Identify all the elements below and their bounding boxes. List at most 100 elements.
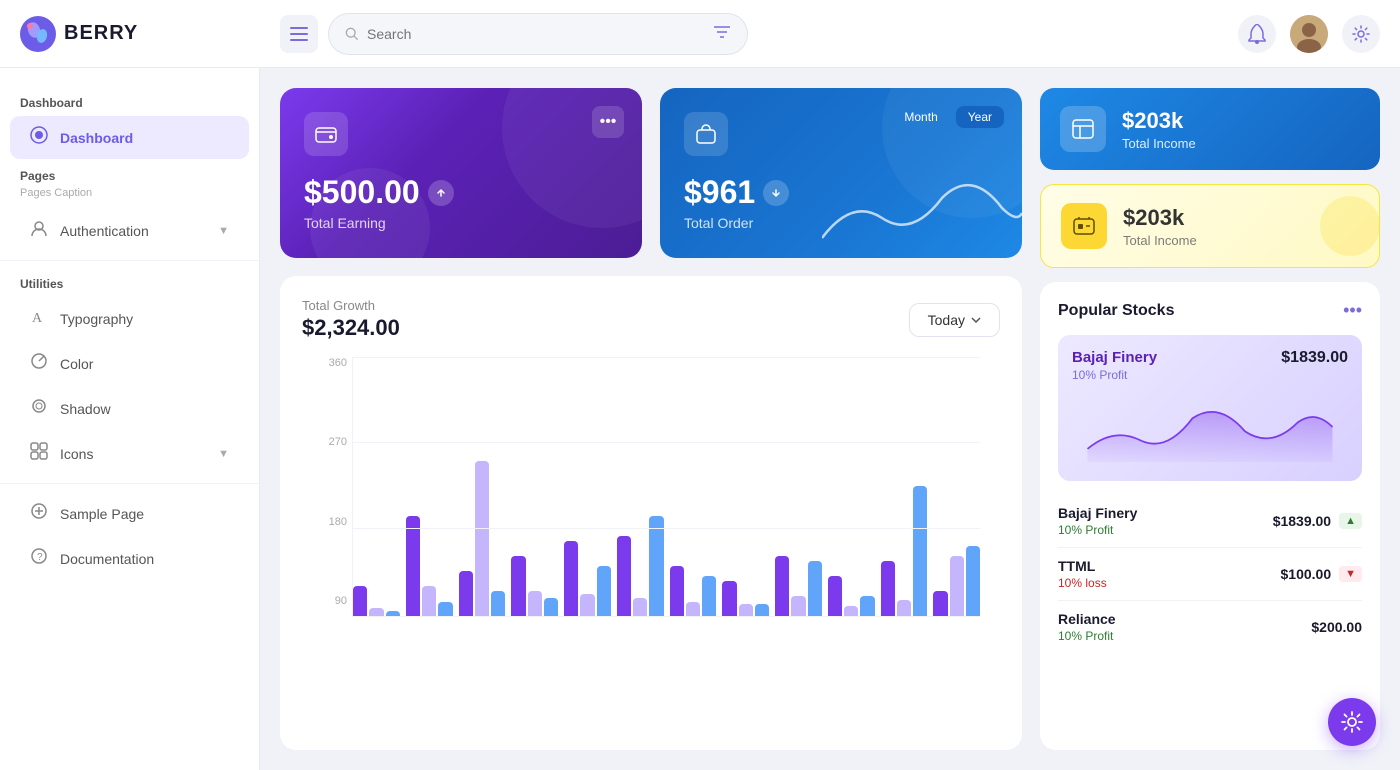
sample-page-icon <box>30 502 48 525</box>
bar-blue-12 <box>966 546 980 616</box>
bar-group-12 <box>933 357 980 616</box>
logo-icon <box>20 16 56 52</box>
stock-bajaj-sub: 10% Profit <box>1058 523 1137 537</box>
bar-blue-11 <box>913 486 927 616</box>
tab-month-button[interactable]: Month <box>892 106 949 128</box>
hamburger-button[interactable] <box>280 15 318 53</box>
bag-icon <box>695 123 717 145</box>
bar-group-8 <box>722 357 769 616</box>
today-filter-button[interactable]: Today <box>909 303 1000 337</box>
earning-arrow-badge <box>428 180 454 206</box>
bar-purple-6 <box>617 536 631 616</box>
growth-chart-card: Total Growth $2,324.00 ≡ Today 360 <box>280 276 1022 750</box>
bar-blue-7 <box>702 576 716 616</box>
sidebar-shadow-label: Shadow <box>60 401 111 417</box>
bar-group-9 <box>775 357 822 616</box>
sidebar-item-documentation[interactable]: ? Documentation <box>10 537 249 580</box>
stocks-header: Popular Stocks ••• <box>1058 300 1362 321</box>
color-icon <box>30 352 48 375</box>
auth-chevron-icon: ▼ <box>218 225 229 237</box>
bar-group-6 <box>617 357 664 616</box>
filter-icon <box>713 24 731 40</box>
sidebar-icons-label: Icons <box>60 446 93 462</box>
bar-purple-10 <box>828 576 842 616</box>
sidebar-color-label: Color <box>60 356 93 372</box>
logo-area: BERRY <box>20 16 280 52</box>
icons-chevron-icon: ▼ <box>218 448 229 460</box>
chart-stock-name: Bajaj Finery <box>1072 349 1157 366</box>
income-blue-info: $203k Total Income <box>1122 108 1196 151</box>
search-input[interactable] <box>367 26 705 42</box>
income-yellow-amount: $203k <box>1123 205 1197 231</box>
sidebar-item-typography[interactable]: A Typography <box>10 297 249 340</box>
sidebar-item-dashboard[interactable]: Dashboard <box>10 116 249 159</box>
sidebar-item-authentication[interactable]: Authentication ▼ <box>10 209 249 252</box>
bar-light-4 <box>528 591 542 616</box>
stock-ttml-price: $100.00 <box>1281 566 1332 582</box>
sidebar-item-sample-page[interactable]: Sample Page <box>10 492 249 535</box>
bar-group-7 <box>670 357 717 616</box>
bar-purple-7 <box>670 566 684 616</box>
avatar-image <box>1290 15 1328 53</box>
order-icon-wrap <box>684 112 728 156</box>
sidebar-sample-page-label: Sample Page <box>60 506 144 522</box>
sidebar-section-utilities: Utilities <box>0 269 259 295</box>
sidebar-item-icons[interactable]: Icons ▼ <box>10 432 249 475</box>
growth-amount: $2,324.00 <box>302 315 400 341</box>
bar-blue-1 <box>386 611 400 616</box>
settings-button[interactable] <box>1342 15 1380 53</box>
bar-group-3 <box>459 357 506 616</box>
growth-header: Total Growth $2,324.00 ≡ Today <box>302 298 1000 341</box>
sidebar-item-color[interactable]: Color <box>10 342 249 385</box>
popular-stocks-card: Popular Stocks ••• Bajaj Finery 10% Prof… <box>1040 282 1380 750</box>
growth-chart-area: 360 270 180 90 <box>302 357 1000 637</box>
bar-light-7 <box>686 602 700 616</box>
stock-ttml-badge: ▼ <box>1339 566 1362 582</box>
stock-bajaj-badge: ▲ <box>1339 513 1362 529</box>
bar-blue-4 <box>544 598 558 616</box>
today-btn-label: Today <box>928 312 965 328</box>
tab-year-button[interactable]: Year <box>956 106 1004 128</box>
bar-group-5 <box>564 357 611 616</box>
bar-blue-9 <box>808 561 822 616</box>
bar-blue-10 <box>860 596 874 616</box>
earning-icon-wrap <box>304 112 348 156</box>
dropdown-chevron-icon <box>971 317 981 323</box>
bar-light-12 <box>950 556 964 616</box>
income-blue-amount: $203k <box>1122 108 1196 134</box>
bar-light-3 <box>475 461 489 616</box>
fab-gear-icon <box>1341 711 1363 733</box>
earning-dots-button[interactable]: ••• <box>592 106 624 138</box>
bar-group-4 <box>511 357 558 616</box>
bar-purple-3 <box>459 571 473 616</box>
stock-bajaj-name: Bajaj Finery <box>1058 505 1137 521</box>
bar-light-2 <box>422 586 436 616</box>
chart-stock-amount: $1839.00 <box>1281 349 1348 367</box>
chart-y-labels: 360 270 180 90 <box>302 357 347 607</box>
bar-purple-2 <box>406 516 420 616</box>
chart-label-90: 90 <box>335 595 347 607</box>
docs-icon: ? <box>30 547 48 570</box>
sidebar-item-shadow[interactable]: Shadow <box>10 387 249 430</box>
income-blue-label: Total Income <box>1122 136 1196 151</box>
header: BERRY <box>0 0 1400 68</box>
order-card: Month Year $961 Total Order <box>660 88 1022 258</box>
cash-register-icon <box>1073 216 1095 236</box>
fab-settings-button[interactable] <box>1328 698 1376 746</box>
bar-group-11 <box>881 357 928 616</box>
sidebar-authentication-label: Authentication <box>60 223 149 239</box>
bar-light-11 <box>897 600 911 616</box>
sidebar: Dashboard Dashboard Pages Pages Caption … <box>0 68 260 770</box>
stocks-more-button[interactable]: ••• <box>1343 300 1362 321</box>
bar-blue-5 <box>597 566 611 616</box>
order-tab-row: Month Year <box>892 106 1004 128</box>
svg-text:A: A <box>32 311 43 325</box>
bar-purple-8 <box>722 581 736 616</box>
svg-text:?: ? <box>37 552 43 563</box>
notification-button[interactable] <box>1238 15 1276 53</box>
bar-group-2 <box>406 357 453 616</box>
bar-blue-3 <box>491 591 505 616</box>
filter-button[interactable] <box>713 24 731 43</box>
bar-purple-12 <box>933 591 947 616</box>
user-avatar[interactable] <box>1290 15 1328 53</box>
